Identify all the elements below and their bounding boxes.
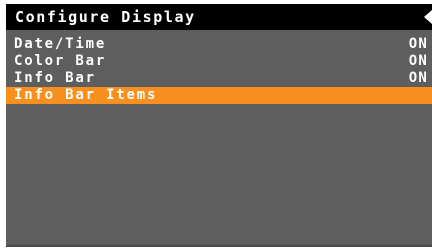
- menu-item-label: Color Bar: [14, 53, 107, 69]
- page-title: Configure Display: [15, 8, 196, 26]
- menu-item-info-bar-items[interactable]: Info Bar Items: [6, 87, 432, 104]
- menu-item-value: ON: [408, 53, 428, 69]
- menu-item-color-bar[interactable]: Color Bar ON: [6, 53, 432, 70]
- menu-item-label: Info Bar: [14, 70, 96, 86]
- left-arrow-icon[interactable]: [424, 10, 432, 24]
- menu-item-value: ON: [408, 36, 428, 52]
- display-screen: Configure Display Date/Time ON Color Bar…: [6, 4, 432, 247]
- settings-menu: Date/Time ON Color Bar ON Info Bar ON In…: [6, 36, 432, 104]
- menu-item-date-time[interactable]: Date/Time ON: [6, 36, 432, 53]
- title-bar: Configure Display: [6, 4, 432, 30]
- menu-item-label: Date/Time: [14, 36, 107, 52]
- menu-item-label: Info Bar Items: [14, 87, 158, 103]
- menu-item-value: ON: [408, 70, 428, 86]
- menu-item-info-bar[interactable]: Info Bar ON: [6, 70, 432, 87]
- screen-bottom-edge: [6, 245, 432, 247]
